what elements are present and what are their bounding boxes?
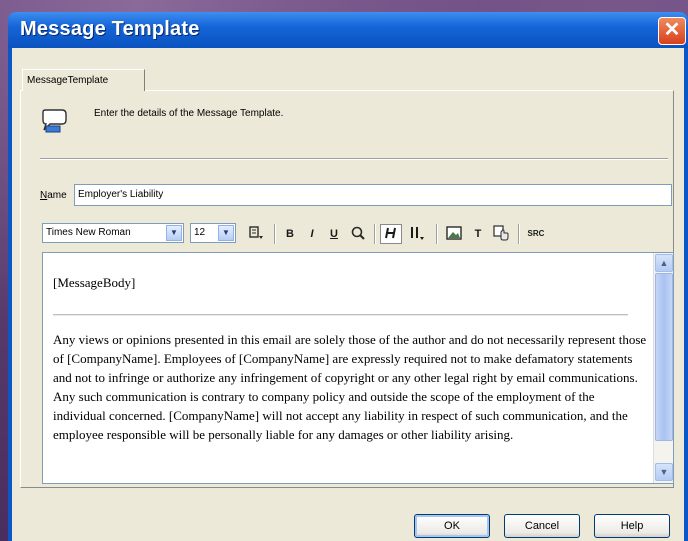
scroll-thumb[interactable] bbox=[655, 273, 673, 441]
hand-pointer-icon bbox=[493, 225, 509, 241]
find-button[interactable] bbox=[348, 224, 368, 244]
name-label: Name bbox=[40, 190, 67, 201]
toolbar-separator bbox=[374, 224, 376, 244]
disclaimer-text: Any views or opinions presented in this … bbox=[53, 332, 647, 442]
formatting-toolbar: Times New Roman ▼ 12 ▼ B I U T SRC bbox=[42, 221, 670, 247]
italic-h-icon bbox=[385, 227, 396, 239]
message-body-placeholder: [MessageBody] bbox=[53, 275, 136, 290]
horizontal-rule bbox=[53, 314, 628, 316]
paragraph-icon bbox=[411, 227, 424, 240]
ok-button[interactable]: OK bbox=[414, 514, 490, 538]
bold-button[interactable]: B bbox=[282, 224, 298, 244]
tab-message-template[interactable]: MessageTemplate bbox=[22, 69, 145, 91]
chevron-down-icon[interactable]: ▼ bbox=[166, 225, 182, 241]
font-size-value: 12 bbox=[194, 227, 206, 238]
toolbar-separator bbox=[436, 224, 438, 244]
insert-field-button[interactable] bbox=[490, 224, 512, 244]
font-family-value: Times New Roman bbox=[46, 227, 131, 238]
instruction-text: Enter the details of the Message Templat… bbox=[94, 108, 284, 119]
underline-button[interactable]: U bbox=[326, 224, 342, 244]
help-button[interactable]: Help bbox=[594, 514, 670, 538]
design-mode-button[interactable] bbox=[380, 224, 402, 244]
dialog-client-area: MessageTemplate Enter the details of the… bbox=[12, 48, 684, 541]
font-family-select[interactable]: Times New Roman ▼ bbox=[42, 223, 184, 243]
message-body-editor[interactable]: [MessageBody] Any views or opinions pres… bbox=[42, 252, 674, 484]
vertical-scrollbar[interactable]: ▲ ▼ bbox=[653, 253, 673, 483]
message-template-icon bbox=[42, 109, 67, 133]
message-template-dialog: Message Template ✕ MessageTemplate Enter… bbox=[8, 12, 688, 541]
cancel-button[interactable]: Cancel bbox=[504, 514, 580, 538]
source-button[interactable]: SRC bbox=[524, 224, 548, 244]
separator bbox=[40, 158, 668, 160]
close-button[interactable]: ✕ bbox=[658, 17, 686, 45]
name-label-rest: ame bbox=[47, 190, 67, 201]
toolbar-separator bbox=[518, 224, 520, 244]
insert-image-button[interactable] bbox=[444, 224, 464, 244]
table-button[interactable] bbox=[406, 224, 428, 244]
editor-content[interactable]: [MessageBody] Any views or opinions pres… bbox=[53, 261, 648, 444]
font-color-button[interactable] bbox=[246, 224, 266, 244]
font-color-icon bbox=[249, 226, 263, 239]
window-title: Message Template bbox=[20, 18, 200, 40]
italic-button[interactable]: I bbox=[304, 224, 320, 244]
scroll-up-icon[interactable]: ▲ bbox=[655, 254, 673, 272]
scroll-down-icon[interactable]: ▼ bbox=[655, 463, 673, 481]
font-size-select[interactable]: 12 ▼ bbox=[190, 223, 236, 243]
image-icon bbox=[446, 226, 462, 240]
title-bar[interactable]: Message Template ✕ bbox=[8, 12, 688, 48]
text-button[interactable]: T bbox=[470, 224, 486, 244]
name-input[interactable]: Employer's Liability bbox=[74, 184, 672, 206]
magnifier-icon bbox=[351, 226, 365, 240]
chevron-down-icon[interactable]: ▼ bbox=[218, 225, 234, 241]
toolbar-separator bbox=[274, 224, 276, 244]
